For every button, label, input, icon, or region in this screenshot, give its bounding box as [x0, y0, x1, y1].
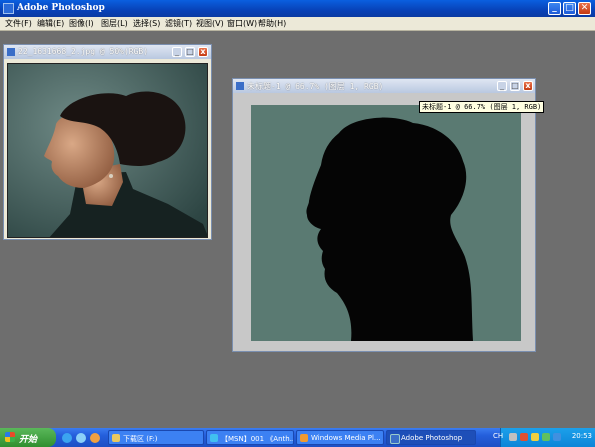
menu-filter[interactable]: 滤镜(T) [165, 18, 192, 29]
doc-maximize-button[interactable]: □ [510, 81, 520, 91]
doc-close-button[interactable]: x [198, 47, 208, 57]
task-media-player[interactable]: Windows Media Pl... [296, 430, 384, 445]
msn-icon [210, 434, 218, 442]
close-button[interactable]: ✕ [578, 2, 591, 15]
doc-minimize-button[interactable]: _ [497, 81, 507, 91]
menu-layer[interactable]: 图层(L) [101, 18, 128, 29]
menu-image[interactable]: 图像(I) [69, 18, 94, 29]
canvas-area [233, 93, 535, 351]
document-icon [236, 82, 244, 90]
task-label: 【MSN】001 《Anth... [221, 435, 294, 443]
media-icon[interactable] [90, 433, 100, 443]
start-button[interactable]: 开始 [0, 428, 56, 447]
task-label: 下载区 (F:) [123, 435, 158, 443]
task-downloads[interactable]: 下载区 (F:) [108, 430, 204, 445]
photo-canvas[interactable] [7, 63, 208, 238]
menu-file[interactable]: 文件(F) [5, 18, 32, 29]
app-title: Adobe Photoshop [17, 3, 105, 13]
menu-view[interactable]: 视图(V) [196, 18, 224, 29]
doc-title: 未标题-1 @ 66.7% (图层 1, RGB) [247, 82, 384, 91]
task-label: Windows Media Pl... [311, 434, 381, 442]
doc-minimize-button[interactable]: _ [172, 47, 182, 57]
minimize-button[interactable]: _ [548, 2, 561, 15]
menu-bar: 文件(F) 编辑(E) 图像(I) 图层(L) 选择(S) 滤镜(T) 视图(V… [0, 17, 595, 31]
silhouette-canvas[interactable] [251, 105, 521, 341]
task-photoshop[interactable]: Adobe Photoshop [386, 430, 476, 445]
menu-edit[interactable]: 编辑(E) [37, 18, 64, 29]
silhouette-image [251, 105, 521, 341]
system-tray: CH 20:53 [493, 428, 595, 447]
photoshop-icon [390, 434, 400, 444]
menu-help[interactable]: 帮助(H) [258, 18, 286, 29]
taskbar: 开始 下载区 (F:) 【MSN】001 《Anth... Windows Me… [0, 428, 595, 447]
doc-titlebar[interactable]: 未标题-1 @ 66.7% (图层 1, RGB) _ □ x [233, 79, 535, 93]
document-window-photo[interactable]: 22_1631668_2.jpg @ 50%(RGB) _ □ x [3, 44, 212, 240]
windows-flag-icon [5, 432, 15, 442]
media-player-icon [300, 434, 308, 442]
task-label: Adobe Photoshop [401, 434, 463, 442]
start-label: 开始 [19, 435, 38, 445]
portrait-image [8, 64, 207, 237]
messenger-icon[interactable] [542, 433, 550, 441]
volume-icon[interactable] [531, 433, 539, 441]
doc-titlebar[interactable]: 22_1631668_2.jpg @ 50%(RGB) _ □ x [4, 45, 211, 59]
app-titlebar[interactable]: Adobe Photoshop _ □ ✕ [0, 0, 595, 17]
photoshop-icon [3, 3, 14, 14]
language-indicator[interactable]: CH [493, 432, 503, 440]
antivirus-icon[interactable] [520, 433, 528, 441]
doc-close-button[interactable]: x [523, 81, 533, 91]
clock[interactable]: 20:53 [572, 432, 592, 440]
document-tooltip: 未标题-1 @ 66.7% (图层 1, RGB) [419, 101, 545, 113]
ie-icon[interactable] [62, 433, 72, 443]
network-icon[interactable] [509, 433, 517, 441]
tray-app-icon[interactable] [553, 433, 561, 441]
task-msn[interactable]: 【MSN】001 《Anth... [206, 430, 294, 445]
folder-icon [112, 434, 120, 442]
desktop-icon[interactable] [76, 433, 86, 443]
doc-maximize-button[interactable]: □ [185, 47, 195, 57]
maximize-button[interactable]: □ [563, 2, 576, 15]
menu-select[interactable]: 选择(S) [133, 18, 160, 29]
doc-title: 22_1631668_2.jpg @ 50%(RGB) [18, 47, 149, 56]
menu-window[interactable]: 窗口(W) [227, 18, 257, 29]
document-window-silhouette[interactable]: 未标题-1 @ 66.7% (图层 1, RGB) _ □ x 未标题-1 @ … [232, 78, 545, 352]
document-icon [7, 48, 15, 56]
